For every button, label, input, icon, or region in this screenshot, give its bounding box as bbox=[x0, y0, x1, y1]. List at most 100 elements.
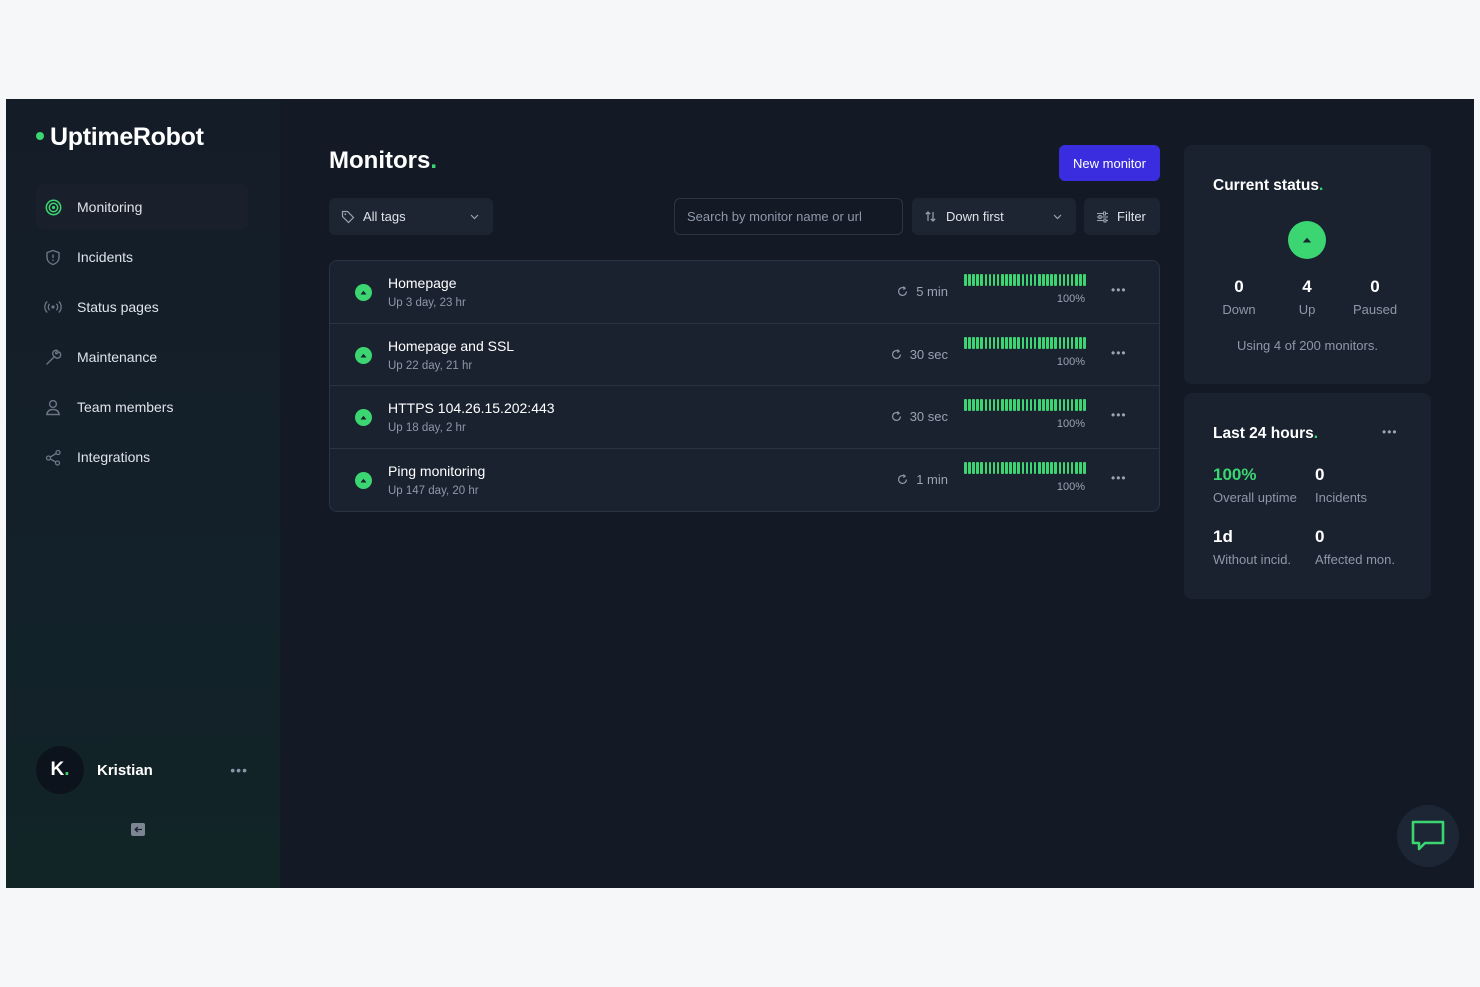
uptime-tick bbox=[980, 399, 984, 411]
uptime-tick bbox=[984, 399, 988, 411]
logo-dot-icon bbox=[36, 132, 44, 141]
radar-icon bbox=[44, 198, 62, 216]
stat-value: 1d bbox=[1213, 527, 1233, 546]
sidebar-item-status-pages[interactable]: Status pages bbox=[36, 284, 248, 330]
monitor-uptime-percent: 100% bbox=[1056, 293, 1085, 305]
uptime-tick bbox=[1062, 336, 1066, 349]
chevron-down-icon bbox=[1053, 214, 1062, 220]
user-menu-icon[interactable]: ••• bbox=[230, 762, 248, 778]
shield-icon bbox=[44, 248, 62, 266]
sidebar: UptimeRobot Monitoring Incidents Status … bbox=[6, 99, 280, 888]
uptime-tick bbox=[996, 274, 1000, 286]
uptime-tick bbox=[1013, 399, 1016, 411]
panel-title: Current status. bbox=[1213, 177, 1324, 194]
uptime-tick bbox=[1054, 461, 1057, 474]
uptime-tick bbox=[992, 336, 996, 349]
table-row[interactable]: Ping monitoring Up 147 day, 20 hr 1 min … bbox=[330, 449, 1159, 512]
uptime-tick bbox=[1042, 274, 1045, 286]
monitor-name[interactable]: Homepage and SSL bbox=[388, 338, 514, 354]
refresh-icon bbox=[897, 286, 908, 297]
uptime-tick bbox=[1009, 274, 1012, 286]
more-icon[interactable]: ••• bbox=[1382, 425, 1398, 439]
monitor-name[interactable]: Ping monitoring bbox=[388, 463, 485, 479]
uptime-tick bbox=[988, 461, 992, 474]
monitor-interval: 5 min bbox=[897, 284, 948, 299]
uptime-tick bbox=[976, 461, 979, 474]
uptime-tick bbox=[1079, 274, 1082, 286]
more-icon[interactable]: ••• bbox=[1111, 283, 1127, 297]
uptime-tick bbox=[984, 274, 988, 286]
tags-label: All tags bbox=[363, 209, 406, 224]
uptime-tick bbox=[1083, 274, 1086, 286]
monitor-name[interactable]: Homepage bbox=[388, 275, 457, 291]
logo[interactable]: UptimeRobot bbox=[36, 123, 204, 152]
share-icon bbox=[44, 448, 62, 466]
uptime-tick bbox=[1025, 399, 1029, 411]
uptime-tick bbox=[1033, 274, 1037, 286]
uptime-tick bbox=[1083, 461, 1086, 474]
more-icon[interactable]: ••• bbox=[1111, 408, 1127, 422]
uptime-tick bbox=[1050, 274, 1053, 286]
uptime-tick bbox=[1000, 274, 1004, 286]
avatar[interactable]: K. bbox=[36, 746, 84, 794]
search-input[interactable] bbox=[674, 198, 903, 235]
user-profile[interactable]: K. Kristian ••• bbox=[36, 745, 248, 795]
sidebar-item-label: Status pages bbox=[77, 299, 159, 315]
sidebar-item-integrations[interactable]: Integrations bbox=[36, 434, 248, 480]
uptime-bars bbox=[964, 461, 1086, 474]
monitor-interval: 30 sec bbox=[891, 409, 948, 424]
sort-dropdown[interactable]: Down first bbox=[912, 198, 1076, 235]
filter-label: Filter bbox=[1117, 209, 1146, 224]
sidebar-item-monitoring[interactable]: Monitoring bbox=[36, 184, 248, 230]
uptime-tick bbox=[972, 274, 975, 286]
uptime-tick bbox=[1009, 336, 1012, 349]
uptime-tick bbox=[968, 399, 971, 411]
uptime-tick bbox=[1005, 274, 1008, 286]
stat-paused: 0 Paused bbox=[1335, 277, 1415, 317]
status-up-icon bbox=[355, 284, 372, 301]
collapse-sidebar-icon[interactable] bbox=[131, 823, 145, 836]
uptime-tick bbox=[968, 461, 971, 474]
refresh-icon bbox=[897, 473, 908, 485]
uptime-tick bbox=[984, 336, 988, 349]
uptime-tick bbox=[964, 336, 967, 349]
wrench-icon bbox=[44, 348, 62, 366]
sidebar-item-maintenance[interactable]: Maintenance bbox=[36, 334, 248, 380]
overall-uptime: 100% Overall uptime bbox=[1213, 465, 1297, 505]
filter-button[interactable]: Filter bbox=[1084, 198, 1160, 235]
uptime-tick bbox=[976, 336, 979, 349]
more-icon[interactable]: ••• bbox=[1111, 346, 1127, 360]
uptime-tick bbox=[1021, 336, 1025, 349]
uptime-tick bbox=[1046, 336, 1049, 349]
monitor-uptime-percent: 100% bbox=[1056, 418, 1085, 430]
more-icon[interactable]: ••• bbox=[1111, 471, 1127, 485]
user-icon bbox=[44, 398, 62, 416]
new-monitor-button[interactable]: New monitor bbox=[1059, 145, 1160, 181]
table-row[interactable]: HTTPS 104.26.15.202:443 Up 18 day, 2 hr … bbox=[330, 386, 1159, 449]
uptime-tick bbox=[1000, 336, 1004, 349]
uptime-tick bbox=[1054, 274, 1057, 286]
uptime-tick bbox=[964, 274, 967, 286]
stat-label: Incidents bbox=[1315, 490, 1368, 505]
monitor-interval: 1 min bbox=[897, 472, 948, 487]
uptime-tick bbox=[1021, 399, 1025, 411]
chat-button[interactable] bbox=[1397, 805, 1459, 867]
sort-label: Down first bbox=[946, 209, 1004, 224]
uptime-tick bbox=[1066, 336, 1070, 349]
uptime-tick bbox=[1050, 399, 1053, 411]
refresh-icon bbox=[891, 348, 902, 360]
table-row[interactable]: Homepage Up 3 day, 23 hr 5 min 100% ••• bbox=[330, 261, 1159, 324]
uptime-tick bbox=[1074, 399, 1078, 411]
uptime-tick bbox=[1025, 274, 1029, 286]
sidebar-item-team-members[interactable]: Team members bbox=[36, 384, 248, 430]
monitor-name[interactable]: HTTPS 104.26.15.202:443 bbox=[388, 400, 555, 416]
uptime-tick bbox=[980, 461, 984, 474]
uptime-tick bbox=[1029, 274, 1033, 286]
table-row[interactable]: Homepage and SSL Up 22 day, 21 hr 30 sec… bbox=[330, 324, 1159, 386]
tags-dropdown[interactable]: All tags bbox=[329, 198, 493, 235]
uptime-tick bbox=[1037, 274, 1041, 286]
sidebar-item-incidents[interactable]: Incidents bbox=[36, 234, 248, 280]
uptime-tick bbox=[1070, 274, 1074, 286]
uptime-tick bbox=[996, 399, 1000, 411]
uptime-tick bbox=[1074, 461, 1078, 474]
